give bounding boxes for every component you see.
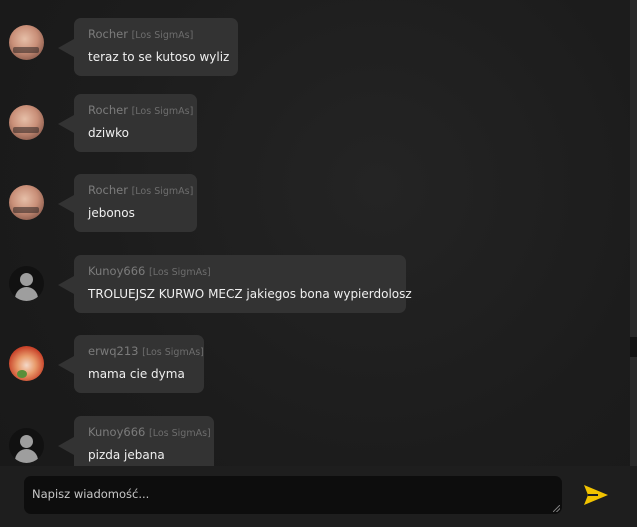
send-button[interactable] xyxy=(580,481,612,509)
avatar[interactable] xyxy=(9,105,44,140)
message-author: Rocher [Los SigmAs] xyxy=(88,183,193,199)
message-item: Kunoy666 [Los SigmAs] pizda jebana xyxy=(0,416,630,466)
message-input[interactable]: Napisz wiadomość... xyxy=(24,476,562,514)
message-bubble: Kunoy666 [Los SigmAs] pizda jebana xyxy=(58,416,214,466)
message-item: Kunoy666 [Los SigmAs] TROLUEJSZ KURWO ME… xyxy=(0,255,630,325)
resize-grip-icon[interactable] xyxy=(553,505,560,512)
message-author: erwq213 [Los SigmAs] xyxy=(88,344,204,360)
author-team: [Los SigmAs] xyxy=(131,106,194,117)
message-text: mama cie dyma xyxy=(88,367,185,381)
user-head-shape xyxy=(20,435,33,448)
message-bubble: Rocher [Los SigmAs] jebonos xyxy=(58,174,197,232)
message-author: Rocher [Los SigmAs] xyxy=(88,103,193,119)
author-name: Kunoy666 xyxy=(88,264,146,278)
message-item: Rocher [Los SigmAs] jebonos xyxy=(0,174,630,244)
author-team: [Los SigmAs] xyxy=(142,347,204,358)
message-text: TROLUEJSZ KURWO MECZ jakiegos bona wypie… xyxy=(88,287,412,301)
message-input-placeholder: Napisz wiadomość... xyxy=(32,487,150,501)
message-bubble: erwq213 [Los SigmAs] mama cie dyma xyxy=(58,335,204,393)
message-author: Kunoy666 [Los SigmAs] xyxy=(88,264,392,280)
author-name: Kunoy666 xyxy=(88,425,146,439)
message-bubble: Rocher [Los SigmAs] teraz to se kutoso w… xyxy=(58,18,238,76)
message-composer: Napisz wiadomość... xyxy=(0,466,637,527)
avatar[interactable] xyxy=(9,185,44,220)
author-team: [Los SigmAs] xyxy=(131,186,194,197)
user-body-shape xyxy=(15,287,38,301)
author-team: [Los SigmAs] xyxy=(149,267,211,278)
author-name: Rocher xyxy=(88,27,128,41)
default-user-icon[interactable] xyxy=(9,428,44,463)
message-bubble: Kunoy666 [Los SigmAs] TROLUEJSZ KURWO ME… xyxy=(58,255,412,313)
author-name: Rocher xyxy=(88,183,128,197)
message-text: teraz to se kutoso wyliz xyxy=(88,50,230,64)
message-author: Rocher [Los SigmAs] xyxy=(88,27,224,43)
author-team: [Los SigmAs] xyxy=(131,30,194,41)
author-team: [Los SigmAs] xyxy=(149,428,211,439)
author-name: erwq213 xyxy=(88,344,139,358)
user-body-shape xyxy=(15,449,38,463)
send-icon xyxy=(584,485,608,505)
message-item: erwq213 [Los SigmAs] mama cie dyma xyxy=(0,335,630,405)
message-text: jebonos xyxy=(88,206,135,220)
default-user-icon[interactable] xyxy=(9,266,44,301)
avatar[interactable] xyxy=(9,346,44,381)
scrollbar[interactable] xyxy=(630,0,637,466)
avatar[interactable] xyxy=(9,25,44,60)
user-head-shape xyxy=(20,273,33,286)
message-text: pizda jebana xyxy=(88,448,165,462)
message-item: Rocher [Los SigmAs] teraz to se kutoso w… xyxy=(0,18,630,88)
message-author: Kunoy666 [Los SigmAs] xyxy=(88,425,211,441)
author-name: Rocher xyxy=(88,103,128,117)
message-bubble: Rocher [Los SigmAs] dziwko xyxy=(58,94,197,152)
message-item: Rocher [Los SigmAs] dziwko xyxy=(0,94,630,164)
message-text: dziwko xyxy=(88,126,129,140)
scrollbar-thumb[interactable] xyxy=(630,337,637,357)
chat-messages-area[interactable]: Rocher [Los SigmAs] teraz to se kutoso w… xyxy=(0,0,630,466)
